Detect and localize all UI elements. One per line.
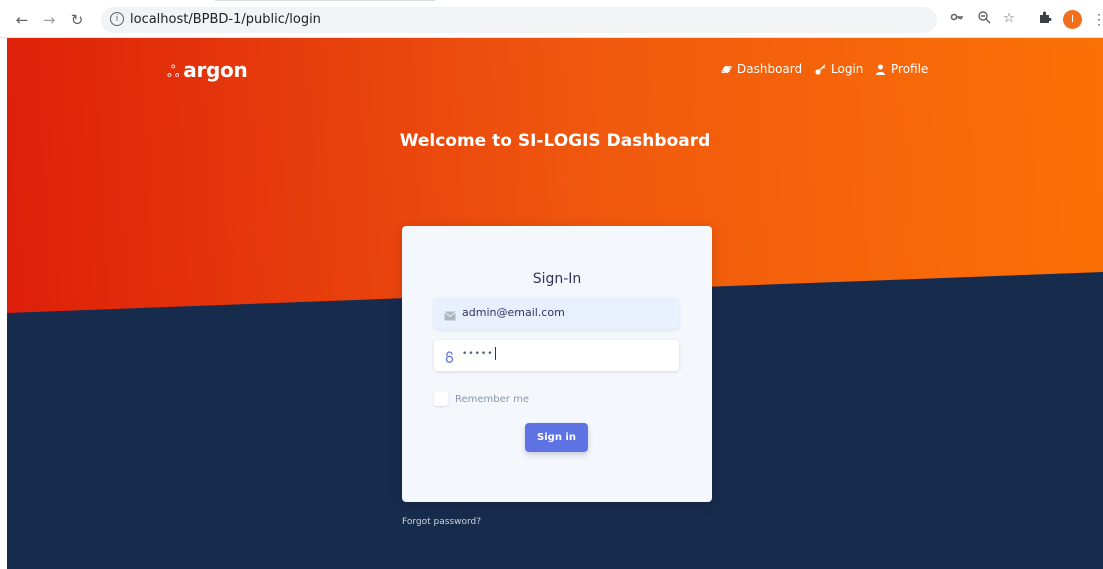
back-arrow-icon[interactable]: ← xyxy=(13,11,31,29)
tab-strip xyxy=(215,0,435,6)
brand-logo[interactable]: ஃ argon xyxy=(167,58,248,83)
remember-label[interactable]: Remember me xyxy=(455,394,529,405)
nav-link-login[interactable]: Login xyxy=(815,62,863,76)
envelope-icon xyxy=(444,308,456,321)
menu-icon[interactable]: ⋮ xyxy=(1092,10,1103,28)
user-icon xyxy=(875,64,886,75)
nav-label-profile: Profile xyxy=(891,62,929,76)
card-title: Sign-In xyxy=(532,271,582,287)
address-bar[interactable]: i localhost/BPBD-1/public/login xyxy=(101,7,937,33)
brand-name: argon xyxy=(183,58,248,82)
text-caret xyxy=(494,347,496,360)
lock-icon xyxy=(444,350,455,363)
reload-icon[interactable]: ↻ xyxy=(68,11,86,29)
zoom-icon[interactable] xyxy=(975,10,993,28)
email-field[interactable]: admin@email.com xyxy=(434,298,679,329)
extensions-icon[interactable] xyxy=(1036,10,1054,28)
argon-logo-icon: ஃ xyxy=(167,62,180,81)
page: ஃ argon Dashboard Login Profile Welcome t… xyxy=(7,38,1103,569)
remember-me[interactable]: Remember me xyxy=(434,392,529,406)
key-icon xyxy=(815,64,826,75)
profile-avatar[interactable]: I xyxy=(1063,10,1082,29)
sign-in-button[interactable]: Sign in xyxy=(525,423,588,452)
nav-label-dashboard: Dashboard xyxy=(737,62,803,76)
planet-icon xyxy=(721,64,732,75)
nav-label-login: Login xyxy=(831,62,864,76)
url-text[interactable]: localhost/BPBD-1/public/login xyxy=(130,12,321,27)
page-title: Welcome to SI-LOGIS Dashboard xyxy=(399,131,711,151)
nav-link-dashboard[interactable]: Dashboard xyxy=(721,62,802,76)
nav-link-profile[interactable]: Profile xyxy=(875,62,928,76)
email-value: admin@email.com xyxy=(462,306,565,319)
star-icon[interactable]: ☆ xyxy=(1000,10,1018,28)
forgot-password-link[interactable]: Forgot password? xyxy=(402,517,481,527)
forward-arrow-icon[interactable]: → xyxy=(40,11,58,29)
remember-checkbox[interactable] xyxy=(434,392,448,406)
password-value: ••••• xyxy=(462,347,496,360)
password-field[interactable]: ••••• xyxy=(434,340,679,371)
info-icon[interactable]: i xyxy=(110,12,124,26)
login-card: Sign-In admin@email.com ••••• Remember m… xyxy=(402,226,712,502)
key-icon[interactable] xyxy=(948,10,966,28)
browser-toolbar: ← → ↻ i localhost/BPBD-1/public/login ☆ … xyxy=(0,0,1103,38)
